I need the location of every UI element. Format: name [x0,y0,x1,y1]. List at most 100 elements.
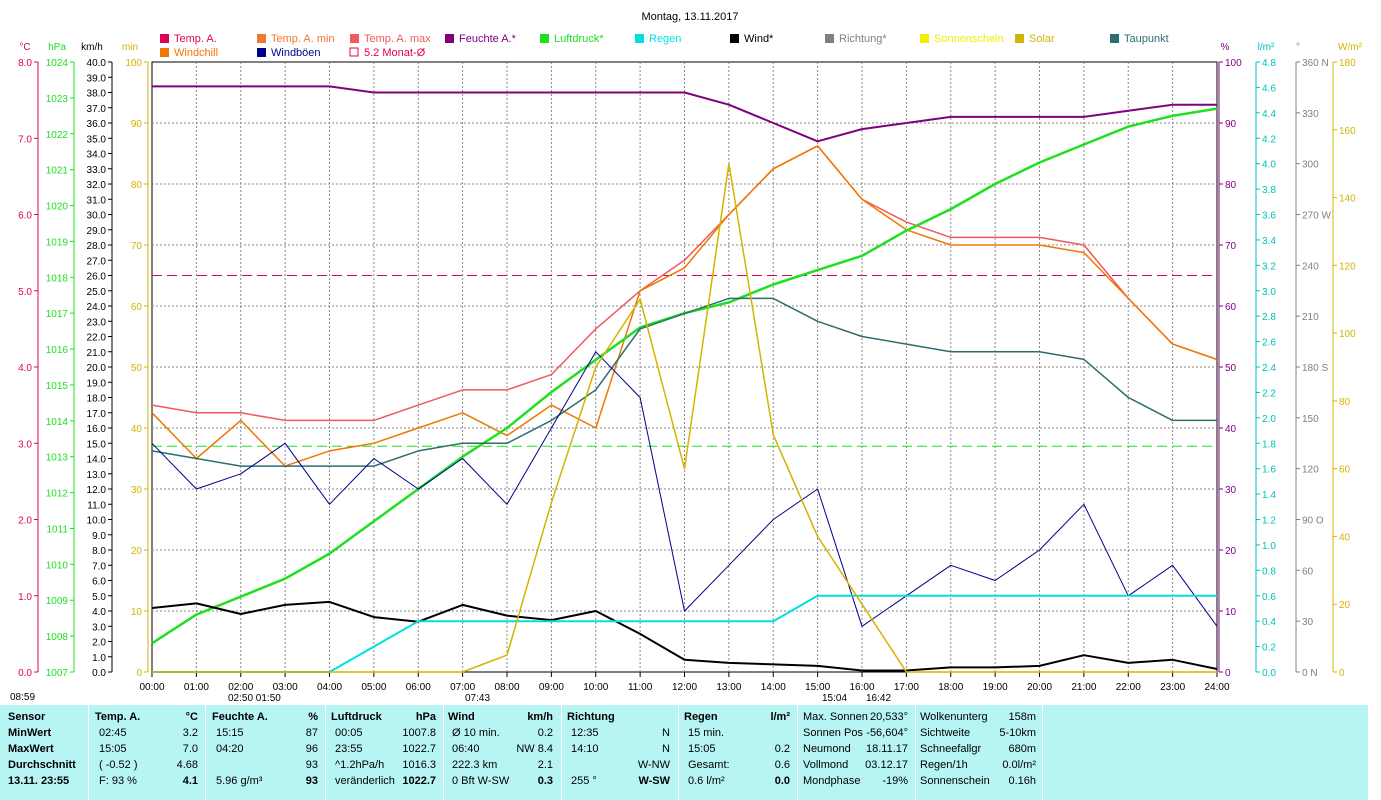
rain-axis-tick-label: 2.2 [1262,388,1276,399]
wind-head: Wind [448,711,475,723]
min-axis-tick-label: 60 [131,302,143,313]
regen-row-value: 0.0 [774,775,790,787]
x-tick-label: 18:00 [938,682,963,693]
sunset2-label: 16:42 [866,693,891,704]
deg-axis-tick-label: 150 [1302,414,1319,425]
right-axis-unit: l/m² [1258,42,1275,53]
rain-axis-tick-label: 4.6 [1262,83,1276,94]
feuchte-unit: % [308,711,318,723]
legend-swatch [635,34,644,43]
druck-row-label: veränderlich [335,775,395,787]
sun-row-label: Mondphase [803,775,861,787]
wm2-axis-tick-label: 60 [1339,465,1351,476]
pct-axis-tick-label: 60 [1225,302,1237,313]
hpa-axis-tick-label: 1007 [46,668,69,679]
kmh-axis-tick-label: 25.0 [87,287,107,298]
kmh-axis-tick-label: 15.0 [87,439,107,450]
pct-axis-tick-label: 100 [1225,58,1242,69]
regen-row-label: 0.6 l/m² [688,775,725,787]
x-tick-label: 08:00 [494,682,519,693]
pct-axis-tick-label: 40 [1225,424,1237,435]
wm2-axis-tick-label: 140 [1339,194,1356,205]
deg-axis-tick-label: 270 W [1302,211,1331,222]
deg-axis-tick-label: 30 [1302,617,1314,628]
legend-swatch [825,34,834,43]
kmh-axis-tick-label: 32.0 [87,180,107,191]
hpa-axis-tick-label: 1012 [46,489,69,500]
hpa-axis-tick-label: 1013 [46,453,69,464]
temp-axis-tick-label: 5.0 [18,287,32,298]
min-axis-tick-label: 50 [131,363,143,374]
min-axis-tick-label: 80 [131,180,143,191]
x-tick-label: 06:00 [406,682,431,693]
extra-row-value: 680m [1008,743,1036,755]
rain-axis-tick-label: 1.4 [1262,490,1276,501]
x-tick-label: 16:00 [849,682,874,693]
x-tick-label: 02:00 [228,682,253,693]
sun-row-label: Vollmond [803,759,849,771]
feuchte-row-value: 93 [305,775,318,787]
sensor-head: Sensor [8,711,46,723]
x-tick-label: 13:00 [716,682,741,693]
rain-axis-tick-label: 3.2 [1262,261,1276,272]
x-tick-label: 11:00 [628,682,653,693]
deg-axis-tick-label: 360 N [1302,58,1329,69]
x-tick-label: 19:00 [983,682,1008,693]
legend-label: Temp. A. [174,33,217,45]
kmh-axis-tick-label: 22.0 [87,333,107,344]
chart-title: Montag, 13.11.2017 [641,11,738,23]
feuchte-head: Feuchte A. [212,711,268,723]
legend-label: Windböen [271,47,321,59]
sun-row-label: Max. Sonnen [803,711,868,723]
x-tick-label: 12:00 [672,682,697,693]
wm2-axis-tick-label: 180 [1339,58,1356,69]
sun-row-label: Sonnen Pos [803,727,863,739]
temp-row-label: 15:05 [99,743,127,755]
legend-swatch [540,34,549,43]
rain-axis-tick-label: 4.8 [1262,58,1276,69]
pct-axis-tick-label: 90 [1225,119,1237,130]
richtung-head: Richtung [567,711,615,723]
rain-axis-tick-label: 1.8 [1262,439,1276,450]
x-tick-label: 17:00 [894,682,919,693]
rain-axis-tick-label: 0.0 [1262,668,1276,679]
legend-swatch [257,48,266,57]
legend-swatch [257,34,266,43]
sun-row-value: 03.12.17 [865,759,908,771]
extra-row-label: Schneefallgr [920,743,982,755]
temp-axis-tick-label: 8.0 [18,58,32,69]
wind-row-label: Ø 10 min. [452,727,500,739]
min-axis-tick-label: 90 [131,119,143,130]
legend-swatch [445,34,454,43]
kmh-axis-tick-label: 9.0 [92,531,106,542]
sun-row-value: -19% [882,775,908,787]
kmh-axis-tick-label: 6.0 [92,577,106,588]
x-tick-label: 22:00 [1116,682,1141,693]
richtung-row-value: W-SW [638,775,670,787]
hpa-axis-tick-label: 1015 [46,381,69,392]
pct-axis-tick-label: 50 [1225,363,1237,374]
min-axis-tick-label: 70 [131,241,143,252]
left-axis-unit: min [122,42,138,53]
weather-chart: Montag, 13.11.2017 Temp. A. Temp. A. min Te… [10,11,1363,704]
wind-row-label: 06:40 [452,743,480,755]
regen-row-value: 0.2 [774,743,790,755]
rain-axis-tick-label: 0.4 [1262,617,1276,628]
feuchte-row-value: 93 [305,759,318,771]
druck-head: Luftdruck [331,711,382,723]
temp-axis-tick-label: 6.0 [18,211,32,222]
kmh-axis-tick-label: 18.0 [87,394,107,405]
wm2-axis-tick-label: 0 [1339,668,1345,679]
wind-row-value: 2.1 [537,759,553,771]
kmh-axis-tick-label: 5.0 [92,592,106,603]
hpa-axis-tick-label: 1014 [46,417,69,428]
extra-row-label: Sichtweite [920,727,971,739]
deg-axis-tick-label: 240 [1302,261,1319,272]
wind-row-value: NW 8.4 [516,743,553,755]
feuchte-row-label: 15:15 [216,727,244,739]
rain-axis-tick-label: 2.0 [1262,414,1276,425]
legend-label: Temp. A. min [271,33,335,45]
druck-row-value: 1016.3 [402,759,436,771]
kmh-axis-tick-label: 14.0 [87,455,107,466]
legend-label: Regen [649,33,681,45]
